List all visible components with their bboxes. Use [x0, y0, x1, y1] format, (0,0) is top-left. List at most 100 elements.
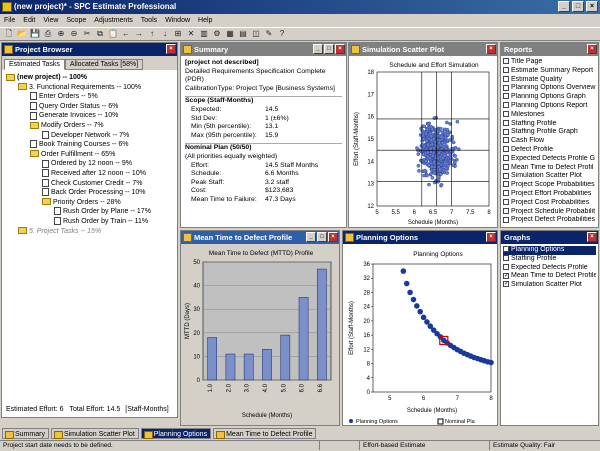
checkbox[interactable] [503, 110, 509, 117]
planning-close-button[interactable]: × [486, 232, 496, 242]
checkbox[interactable]: ✓ [503, 281, 509, 288]
list-item[interactable]: Milestones [503, 111, 596, 120]
settings-icon[interactable]: ⚙ [211, 28, 223, 40]
checkbox[interactable] [503, 216, 509, 223]
tree-item[interactable]: Received after 12 noon -- 10% [4, 169, 175, 179]
checkbox[interactable] [503, 58, 509, 65]
summary-close-button[interactable]: × [335, 44, 345, 54]
project-browser-close-button[interactable]: × [166, 44, 176, 54]
list-item[interactable]: Planning Options Graph [503, 93, 596, 102]
cut-icon[interactable]: ✂ [81, 28, 93, 40]
list-item[interactable]: Expected Defects Profile G [503, 155, 596, 164]
tree-item[interactable]: 5. Project Tasks -- 15% [4, 227, 175, 237]
tree-item[interactable]: Check Customer Credit -- 7% [4, 178, 175, 189]
copy-icon[interactable]: ⧉ [94, 28, 106, 40]
move-right-icon[interactable]: → [133, 28, 145, 40]
checkbox[interactable] [503, 207, 509, 214]
menu-tools[interactable]: Tools [141, 14, 157, 27]
checkbox[interactable]: ✓ [503, 272, 509, 279]
list-item[interactable]: Expected Defects Profile [503, 264, 596, 273]
window-tab-summary[interactable]: Summary [2, 428, 49, 439]
list-item[interactable]: Simulation Scatter Plot [503, 172, 596, 181]
checkbox[interactable] [503, 163, 509, 170]
tab-allocated-tasks[interactable]: Allocated Tasks [58%] [64, 59, 144, 70]
checkbox[interactable] [503, 93, 509, 100]
list-item[interactable]: ✓ Mean Time to Defect Profile [503, 272, 596, 281]
tree-item[interactable]: Developer Network -- 7% [4, 130, 175, 141]
checkbox[interactable] [503, 128, 509, 135]
tree-item[interactable]: Generate Invoices -- 10% [4, 111, 175, 121]
list-item[interactable]: ✓ Simulation Scatter Plot [503, 281, 596, 290]
tree-item[interactable]: Ordered by 12 noon -- 9% [4, 159, 175, 169]
menu-view[interactable]: View [43, 14, 58, 27]
chart-icon[interactable]: ▥ [198, 28, 210, 40]
insert-icon[interactable]: ⊞ [172, 28, 184, 40]
zoom-in-icon[interactable]: ⊕ [55, 28, 67, 40]
move-up-icon[interactable]: ↑ [146, 28, 158, 40]
move-left-icon[interactable]: ← [120, 28, 132, 40]
tree-item[interactable]: Order Fulfillment -- 65% [4, 150, 175, 160]
menu-adjustments[interactable]: Adjustments [94, 14, 133, 27]
checkbox[interactable] [503, 75, 509, 82]
report-icon[interactable]: ▤ [237, 28, 249, 40]
checkbox[interactable] [503, 137, 509, 144]
list-item[interactable]: Estimate Summary Report [503, 67, 596, 76]
list-item[interactable]: Title Page [503, 58, 596, 67]
scatter-close-button[interactable]: × [486, 44, 496, 54]
checkbox[interactable] [503, 263, 509, 270]
move-down-icon[interactable]: ↓ [159, 28, 171, 40]
maximize-button[interactable]: □ [572, 1, 584, 12]
open-icon[interactable]: 📂 [16, 28, 28, 40]
tree-item[interactable]: 3. Functional Requirements -- 100% [4, 83, 175, 93]
tree-item[interactable]: Rush Order by Plane -- 17% [4, 207, 175, 217]
window-tab-planning[interactable]: Planning Options [140, 428, 212, 439]
mttd-close-button[interactable]: × [328, 232, 338, 242]
checkbox[interactable] [503, 84, 509, 91]
list-item[interactable]: Project Defect Probabilities [503, 216, 596, 225]
menu-file[interactable]: File [4, 14, 15, 27]
checkbox[interactable] [503, 254, 509, 261]
menu-scope[interactable]: Scope [66, 14, 86, 27]
tree-item[interactable]: Enter Orders -- 5% [4, 92, 175, 102]
tree-item[interactable]: Book Training Courses -- 6% [4, 140, 175, 150]
checkbox[interactable]: ✓ [503, 246, 509, 253]
checkbox[interactable] [503, 146, 509, 153]
print-icon[interactable]: ⎙ [42, 28, 54, 40]
table-icon[interactable]: ▦ [224, 28, 236, 40]
list-item[interactable]: ✓ Planning Options [503, 246, 596, 255]
list-item[interactable]: Cash Flow [503, 137, 596, 146]
paste-icon[interactable]: 📋 [107, 28, 119, 40]
list-item[interactable]: Staffing Profile [503, 255, 596, 264]
checkbox[interactable] [503, 181, 509, 188]
tree-item[interactable]: Query Order Status -- 6% [4, 101, 175, 112]
checkbox[interactable] [503, 172, 509, 179]
tree-item[interactable]: Back Order Processing -- 10% [4, 188, 175, 198]
window-tab-mttd[interactable]: Mean Time to Defect Profile [213, 428, 317, 439]
list-item[interactable]: Planning Options Overview [503, 84, 596, 93]
graph-icon[interactable]: ◫ [250, 28, 262, 40]
list-item[interactable]: Mean Time to Defect Profil [503, 164, 596, 173]
tab-estimated-tasks[interactable]: Estimated Tasks [4, 59, 65, 70]
menu-help[interactable]: Help [198, 14, 212, 27]
menu-window[interactable]: Window [165, 14, 190, 27]
mttd-maximize-button[interactable]: □ [317, 232, 327, 242]
tree-item[interactable]: Priority Orders -- 28% [4, 198, 175, 208]
tree-item[interactable]: (new project) -- 100% [4, 73, 175, 83]
checkbox[interactable] [503, 198, 509, 205]
list-item[interactable]: Estimate Quality [503, 76, 596, 85]
list-item[interactable]: Staffing Profile [503, 120, 596, 129]
checkbox[interactable] [503, 102, 509, 109]
checkbox[interactable] [503, 154, 509, 161]
list-item[interactable]: Project Scope Probabilities [503, 181, 596, 190]
minimize-button[interactable]: _ [558, 1, 570, 12]
tree-item[interactable]: Modify Orders -- 7% [4, 121, 175, 131]
window-tab-scatter[interactable]: Simulation Scatter Plot [50, 428, 139, 439]
list-item[interactable]: Planning Options Report [503, 102, 596, 111]
help-icon[interactable]: ? [276, 28, 288, 40]
checkbox[interactable] [503, 190, 509, 197]
list-item[interactable]: Project Schedule Probabilit [503, 208, 596, 217]
summary-minimize-button[interactable]: _ [313, 44, 323, 54]
menu-edit[interactable]: Edit [23, 14, 35, 27]
mttd-minimize-button[interactable]: _ [306, 232, 316, 242]
save-icon[interactable]: 💾 [29, 28, 41, 40]
